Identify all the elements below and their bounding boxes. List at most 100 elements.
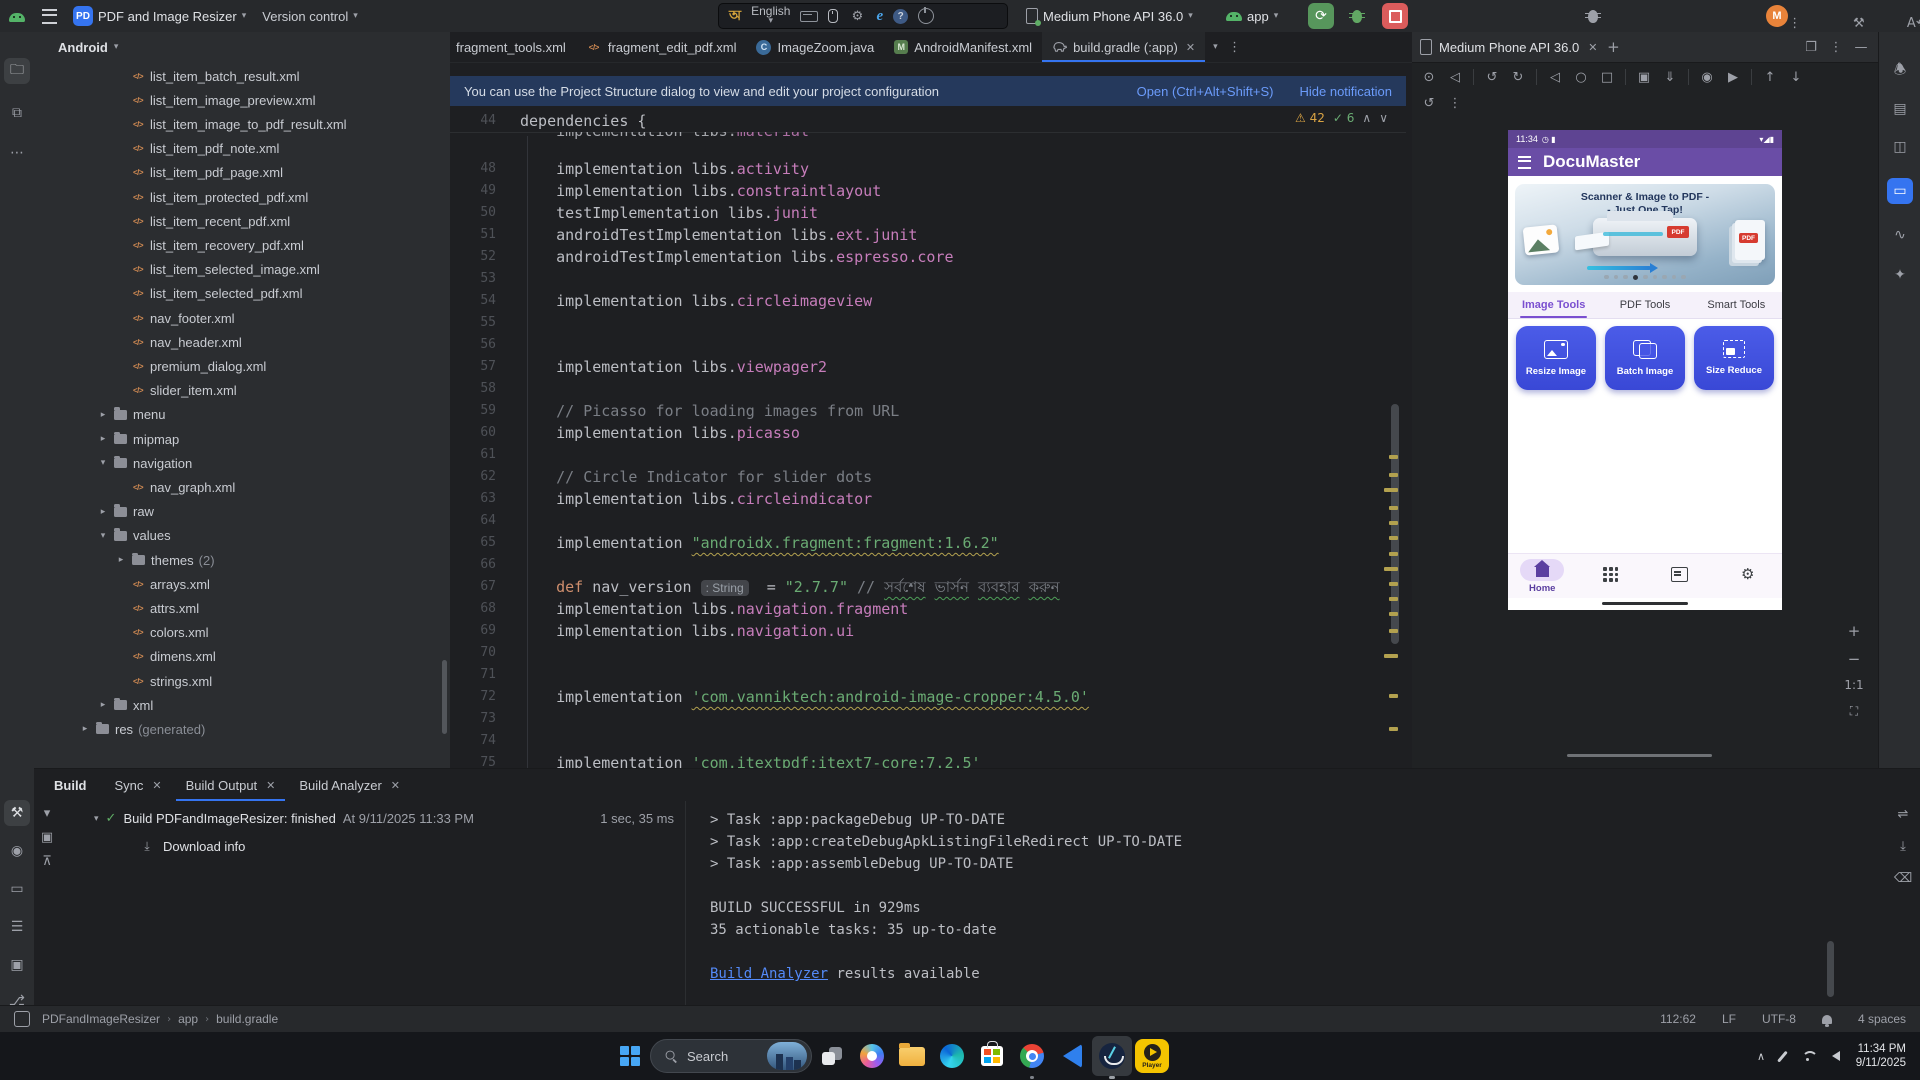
- record-icon[interactable]: ▶: [1722, 66, 1744, 88]
- tree-chevron-icon[interactable]: ▸: [94, 700, 112, 710]
- pin-icon[interactable]: ⊼: [38, 849, 56, 873]
- tray-expand-icon[interactable]: ∧: [1757, 1050, 1765, 1063]
- nav-item[interactable]: [1583, 559, 1639, 582]
- back-icon[interactable]: ◁: [1544, 66, 1566, 88]
- console-scrollbar[interactable]: [1827, 941, 1834, 997]
- breadcrumb-segment[interactable]: app: [178, 1012, 198, 1026]
- tree-item[interactable]: ▸xml: [34, 693, 510, 717]
- promo-banner[interactable]: Scanner & Image to PDF - - Just One Tap!…: [1515, 184, 1775, 285]
- close-tab-icon[interactable]: ✕: [391, 779, 400, 792]
- tool-card[interactable]: Batch Image: [1605, 326, 1685, 390]
- power-icon[interactable]: [918, 8, 934, 24]
- commit-icon[interactable]: ◉: [4, 838, 30, 864]
- build-tab-build-analyzer[interactable]: Build Analyzer✕: [289, 769, 410, 801]
- file-encoding[interactable]: UTF-8: [1762, 1012, 1796, 1026]
- language-bar-overlay[interactable]: অ English▾ ⚙ e ?: [718, 3, 1008, 29]
- tool-card[interactable]: Size Reduce: [1694, 326, 1774, 390]
- upload-icon[interactable]: ↑: [1759, 66, 1781, 88]
- tree-chevron-icon[interactable]: ▸: [76, 724, 94, 734]
- hide-notification-link[interactable]: Hide notification: [1300, 84, 1393, 99]
- drawer-menu-icon[interactable]: [1518, 156, 1531, 169]
- android-studio-button[interactable]: [1092, 1036, 1132, 1076]
- taskbar-search[interactable]: Search: [650, 1039, 812, 1073]
- problems-icon[interactable]: ☰: [4, 914, 30, 940]
- copilot-button[interactable]: [852, 1036, 892, 1076]
- ai-actions-button[interactable]: A⟲: [1908, 14, 1920, 32]
- build-hammer-icon[interactable]: ⚒: [4, 800, 30, 826]
- build-panel-title[interactable]: Build: [54, 778, 87, 793]
- task-view-button[interactable]: [812, 1036, 852, 1076]
- tree-item[interactable]: ▾navigation: [34, 451, 510, 475]
- open-project-structure-link[interactable]: Open (Ctrl+Alt+Shift+S): [1137, 84, 1274, 99]
- project-selector[interactable]: PD PDF and Image Resizer ▾: [65, 4, 254, 28]
- mouse-icon[interactable]: [828, 9, 838, 23]
- banner-dot[interactable]: [1643, 275, 1648, 280]
- nav-item[interactable]: ⚙: [1720, 559, 1776, 583]
- editor-tab[interactable]: </>fragment_edit_pdf.xml: [576, 32, 747, 62]
- hidden-tabs-icon[interactable]: ▾: [1213, 42, 1218, 52]
- terminal-icon[interactable]: ▣: [4, 952, 30, 978]
- assistant-icon[interactable]: ✦: [1887, 262, 1913, 288]
- fit-screen-button[interactable]: ⛶: [1842, 704, 1866, 719]
- download-icon[interactable]: ↓: [1785, 66, 1807, 88]
- language-selector[interactable]: English▾: [751, 6, 790, 26]
- banner-dot[interactable]: [1614, 275, 1619, 280]
- zoom-out-button[interactable]: −: [1842, 650, 1866, 668]
- power-icon[interactable]: ⊙: [1418, 66, 1440, 88]
- tree-item[interactable]: ▸res (generated): [34, 717, 492, 741]
- download-info-row[interactable]: ⤓ Download info: [138, 837, 245, 855]
- vscode-button[interactable]: [1052, 1036, 1092, 1076]
- project-scrollbar[interactable]: [442, 660, 447, 734]
- banner-dot[interactable]: [1672, 275, 1677, 280]
- tree-item[interactable]: ▸mipmap: [34, 427, 510, 451]
- tree-chevron-icon[interactable]: ▾: [94, 531, 112, 541]
- gear-icon[interactable]: ⚙: [848, 7, 866, 25]
- breadcrumb-segment[interactable]: build.gradle: [216, 1012, 278, 1026]
- tab-options-icon[interactable]: ⋮: [1226, 38, 1244, 56]
- nav-item[interactable]: Home: [1514, 559, 1570, 594]
- tree-chevron-icon[interactable]: ▸: [94, 434, 112, 444]
- snapshot-icon[interactable]: ▣: [1633, 66, 1655, 88]
- attach-debugger-button[interactable]: [1580, 3, 1606, 29]
- scroll-to-end-icon[interactable]: ⤓: [1894, 837, 1912, 855]
- device-selector[interactable]: Medium Phone API 36.0 ▾: [1018, 4, 1201, 28]
- edge-button[interactable]: [932, 1036, 972, 1076]
- gradle-icon[interactable]: ∿: [1887, 222, 1913, 248]
- gesture-bar[interactable]: [1602, 602, 1688, 605]
- overview-icon[interactable]: □: [1596, 66, 1618, 88]
- editor-tab[interactable]: MAndroidManifest.xml: [884, 32, 1042, 62]
- open-in-window-icon[interactable]: ❐: [1802, 38, 1820, 56]
- code-area[interactable]: implementation libs.material48 implement…: [450, 132, 1406, 768]
- version-control-menu[interactable]: Version control ▾: [254, 4, 366, 28]
- chrome-button[interactable]: [1012, 1036, 1052, 1076]
- inspection-widget[interactable]: ⚠ 42 ✓ 6 ∧ ∨: [1295, 111, 1388, 125]
- banner-page-dots[interactable]: [1515, 275, 1775, 281]
- tree-chevron-icon[interactable]: ▸: [94, 507, 112, 517]
- close-tab-icon[interactable]: ✕: [152, 779, 161, 792]
- rotate-right-icon[interactable]: ↻: [1507, 66, 1529, 88]
- tree-chevron-icon[interactable]: ▸: [94, 410, 112, 420]
- more-h-icon[interactable]: ⋯: [4, 140, 30, 166]
- window-layout-icon[interactable]: [14, 1011, 30, 1027]
- collapse-all-icon[interactable]: ▾: [38, 801, 56, 825]
- player-button[interactable]: Player: [1132, 1036, 1172, 1076]
- nav-item[interactable]: [1651, 559, 1707, 582]
- rerun-button[interactable]: ⟳: [1308, 3, 1334, 29]
- stop-button[interactable]: [1382, 3, 1408, 29]
- microsoft-store-button[interactable]: [972, 1036, 1012, 1076]
- volume-icon[interactable]: ◁: [1444, 66, 1466, 88]
- next-issue-icon[interactable]: ∨: [1379, 111, 1388, 125]
- banner-dot[interactable]: [1681, 275, 1686, 280]
- soft-wrap-icon[interactable]: ⇌: [1894, 805, 1912, 823]
- line-separator[interactable]: LF: [1722, 1012, 1736, 1026]
- tree-item[interactable]: ▸menu: [34, 403, 510, 427]
- clock[interactable]: 11:34 PM 9/11/2025: [1856, 1042, 1906, 1070]
- camera-icon[interactable]: ◉: [1696, 66, 1718, 88]
- build-button[interactable]: ⚒: [1850, 14, 1868, 32]
- device-hscrollbar[interactable]: [1567, 754, 1712, 757]
- start-button[interactable]: [610, 1036, 650, 1076]
- phone-tab-pdf-tools[interactable]: PDF Tools: [1599, 292, 1690, 318]
- device-explorer-icon[interactable]: ▤: [1887, 96, 1913, 122]
- keyboard-icon[interactable]: [800, 11, 818, 22]
- tree-chevron-icon[interactable]: ▾: [94, 458, 112, 468]
